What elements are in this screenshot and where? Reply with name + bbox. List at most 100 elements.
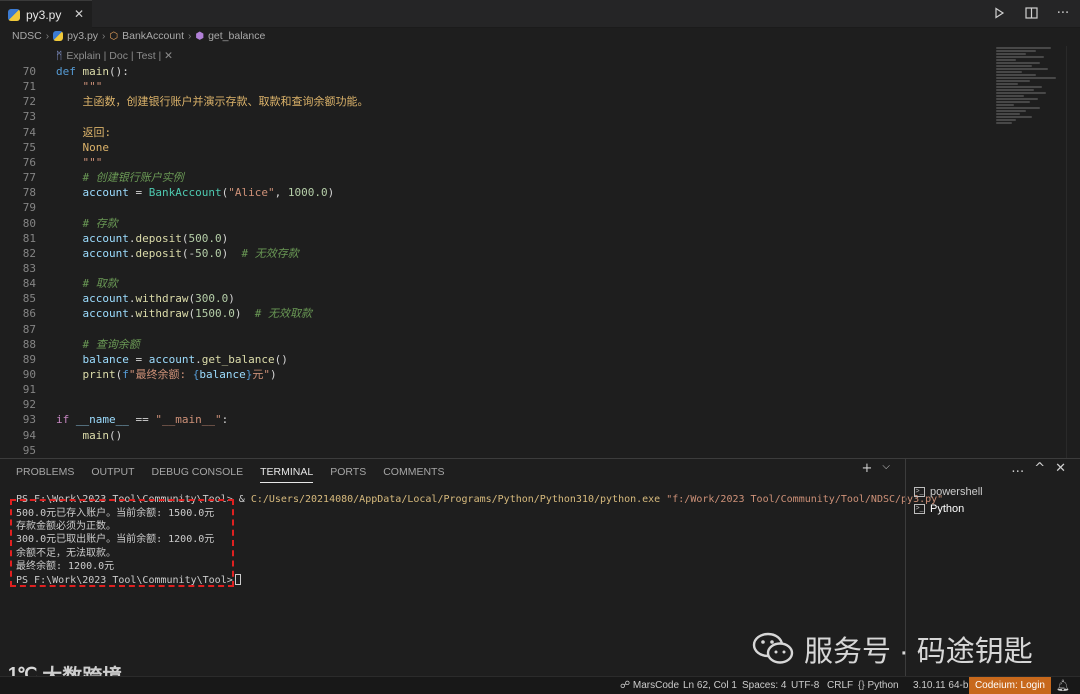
line-number: 79 [22,201,36,215]
status-marscode[interactable]: ☍ MarsCode [620,680,679,691]
code-text: account.withdraw(300.0) [56,291,235,306]
more-icon[interactable]: ··· [1054,4,1072,22]
bell-icon[interactable]: 🔔︎ [1056,679,1070,692]
code-text: if __name__ == "__main__": [56,412,228,427]
new-terminal-icon[interactable]: + [862,461,873,476]
code-line: 83 [0,261,980,276]
close-tab-icon[interactable]: ✕ [72,7,86,21]
code-text: # 取款 [56,276,118,291]
editor-tab-py3[interactable]: py3.py ✕ [0,0,92,28]
code-token: account [56,231,129,245]
breadcrumb-root[interactable]: NDSC [12,30,42,42]
status-encoding[interactable]: UTF-8 [791,680,819,691]
line-number: 74 [22,125,36,139]
line-number: 78 [22,186,36,200]
code-line: 82 account.deposit(-50.0) # 无效存款 [0,246,980,261]
code-line: 87 [0,322,980,337]
terminal-session-powershell[interactable]: >_ powershell [914,486,983,498]
status-cursor-position[interactable]: Ln 62, Col 1 [683,680,737,691]
run-icon[interactable] [990,4,1008,22]
status-marscode-label: MarsCode [632,680,680,691]
minimap[interactable] [996,46,1066,181]
code-token: () [108,428,123,442]
line-number: 77 [22,171,36,185]
codelens-actions[interactable]: ᛗ Explain | Doc | Test | ✕ [56,50,173,62]
status-language[interactable]: {} Python [858,680,899,691]
code-line: 85 account.withdraw(300.0) [0,291,980,306]
code-token: def [56,65,83,78]
breadcrumb: NDSC › py3.py › ⬡ BankAccount › ⬢ get_ba… [0,28,1080,44]
terminal-cursor [234,573,241,585]
code-token: 50.0 [195,246,222,260]
code-token: withdraw [135,307,189,321]
code-line: 73 [0,109,980,124]
line-number: 87 [22,322,36,336]
code-text: """ [56,79,102,94]
code-token: main [82,65,110,78]
breadcrumb-class[interactable]: BankAccount [122,30,184,42]
status-indentation[interactable]: Spaces: 4 [742,680,786,691]
code-text: account.deposit(500.0) [56,231,228,246]
status-interpreter[interactable]: 3.10.11 64-bit [913,680,973,691]
code-line: 88 # 查询余额 [0,337,980,352]
code-token: account [56,307,129,321]
line-number: 75 [22,140,36,154]
status-language-label: Python [867,680,899,691]
code-text: None [56,140,109,155]
chevron-right-icon: › [102,30,106,42]
code-token: "最终余额: [128,368,193,381]
line-number: 73 [22,110,36,124]
chevron-down-icon[interactable]: ⌵ [882,461,890,476]
code-token: = [128,352,149,366]
line-number: 89 [22,352,36,366]
line-number: 85 [22,292,36,306]
code-line: 91 [0,382,980,397]
code-line: 93 if __name__ == "__main__": [0,412,980,427]
breadcrumb-method[interactable]: get_balance [208,30,265,42]
status-codeium-login[interactable]: Codeium: Login [968,677,1051,694]
highlight-annotation-box [10,499,234,587]
code-line: 86 account.withdraw(1500.0) # 无效取款 [0,306,980,321]
line-number: 93 [22,413,36,427]
code-line: 89 balance = account.get_balance() [0,352,980,367]
code-token: 300.0 [195,292,229,306]
line-number: 76 [22,155,36,169]
code-token: == [128,413,156,427]
panel-tab-terminal[interactable]: TERMINAL [260,465,314,483]
code-token: if [56,413,76,427]
terminal-session-label: powershell [930,486,983,498]
code-text: 主函数，创建银行账户并演示存款、取款和查询余额功能。 [56,94,368,109]
code-token: ) [228,292,235,306]
code-editor[interactable]: ᛗ Explain | Doc | Test | ✕ 70 def main():… [0,46,1080,458]
split-editor-icon[interactable] [1022,4,1040,22]
code-text: print(f"最终余额: {balance}元") [56,367,276,382]
code-text: # 创建银行账户实例 [56,170,183,185]
code-token: 500.0 [188,231,222,245]
panel-tab-output[interactable]: OUTPUT [91,465,134,483]
code-line: 80 # 存款 [0,216,980,231]
code-line: 94 main() [0,428,980,443]
code-text: main() [56,428,122,443]
codelens-text[interactable]: Explain | Doc | Test | ✕ [66,50,173,62]
code-token: # 取款 [56,277,118,291]
panel-tab-comments[interactable]: COMMENTS [383,465,444,483]
status-eol[interactable]: CRLF [827,680,853,691]
terminal-session-python[interactable]: >_ Python [914,503,964,515]
code-token: main [56,428,109,442]
terminal-icon: >_ [914,504,925,514]
editor-scrollbar[interactable] [1066,46,1080,458]
code-token: () [274,352,288,366]
code-text: # 查询余额 [56,337,139,352]
line-number: 81 [22,231,36,245]
panel-tab-problems[interactable]: PROBLEMS [16,465,74,483]
code-line: 78 account = BankAccount("Alice", 1000.0… [0,185,980,200]
panel-tab-ports[interactable]: PORTS [330,465,366,483]
panel-tab-debug-console[interactable]: DEBUG CONSOLE [152,465,244,483]
code-token: ) [221,231,229,245]
code-line: 72 主函数，创建银行账户并演示存款、取款和查询余额功能。 [0,94,980,109]
code-line: 75 None [0,140,980,155]
watermark-right-text: 服务号 · 码途钥匙 [804,636,1033,668]
code-token: # 无效取款 [254,307,312,321]
code-token: # 存款 [56,216,118,230]
breadcrumb-file[interactable]: py3.py [67,30,98,42]
